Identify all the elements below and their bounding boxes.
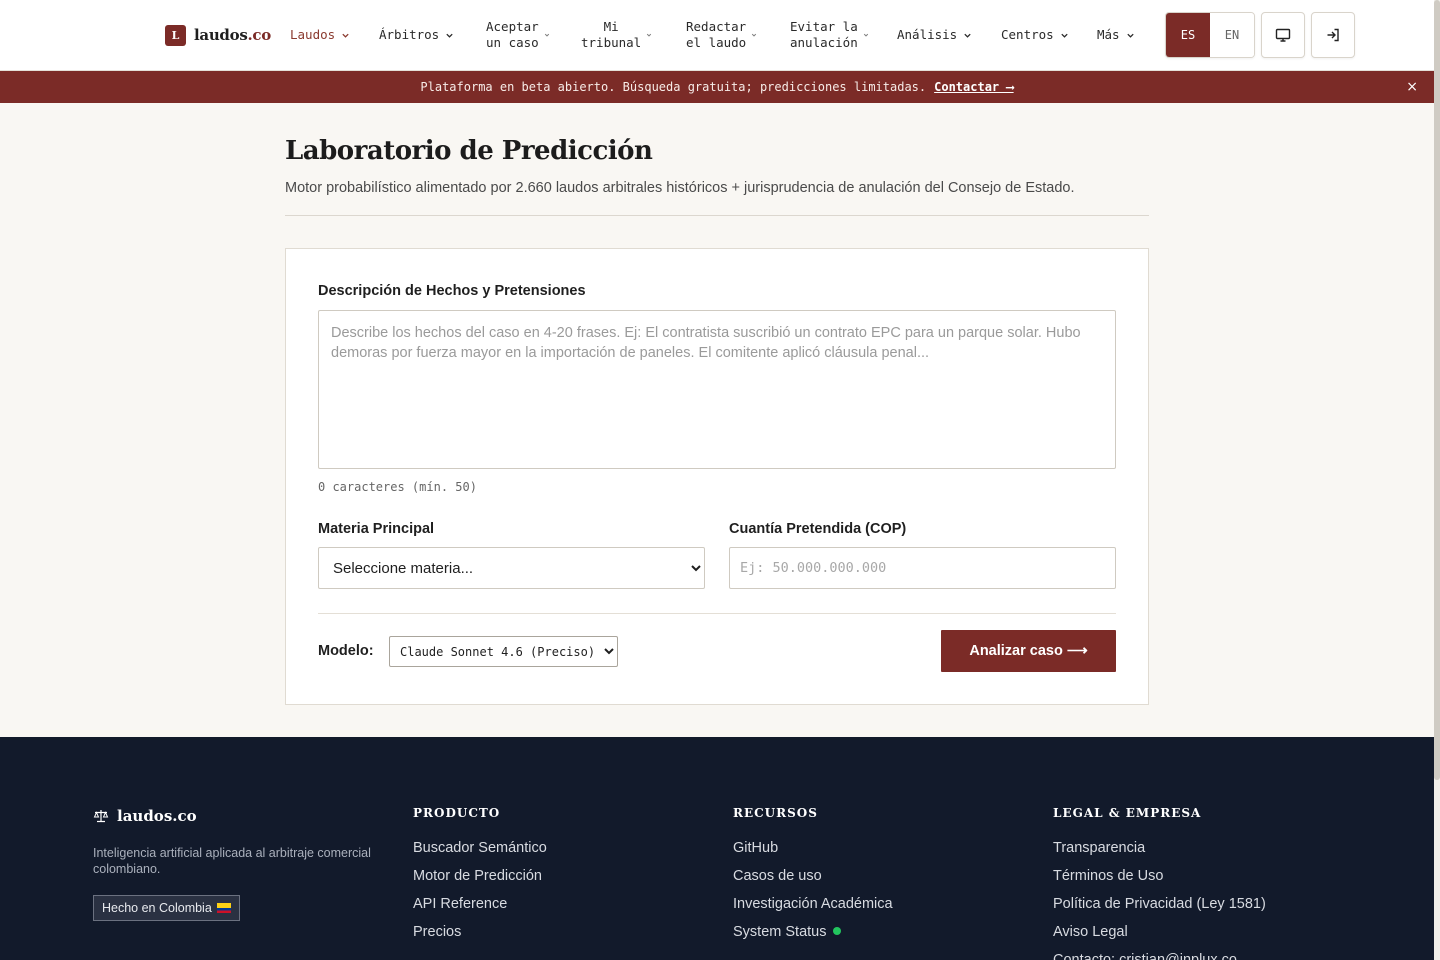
materia-label: Materia Principal	[318, 521, 435, 537]
nav-analisis-label: Análisis	[897, 27, 958, 42]
nav-laudos[interactable]: Laudos	[290, 0, 350, 70]
nav-evitar-anulacion[interactable]: Evitar la anulación	[790, 0, 869, 70]
materia-select[interactable]: Seleccione materia...	[318, 547, 705, 589]
nav-evitar-line1: Evitar la	[790, 19, 858, 34]
lang-es-button[interactable]: ES	[1166, 13, 1210, 57]
facts-textarea[interactable]	[318, 310, 1116, 469]
footer-link[interactable]: Motor de Predicción	[413, 866, 547, 894]
footer-col-recursos: RECURSOS GitHub Casos de uso Investigaci…	[733, 806, 893, 950]
nav-redactar-line1: Redactar	[686, 19, 747, 34]
logo-text: laudos.co	[194, 26, 271, 44]
status-ok-dot	[833, 927, 842, 936]
footer-col-producto: PRODUCTO Buscador Semántico Motor de Pre…	[413, 806, 547, 950]
nav-laudos-label: Laudos	[290, 27, 336, 42]
footer-link[interactable]: Precios	[413, 922, 547, 950]
nav-evitar-label: Evitar la anulación	[790, 19, 858, 51]
nav-aceptar-line1: Aceptar	[486, 19, 539, 34]
page-subtitle: Motor probabilístico alimentado por 2.66…	[285, 180, 1075, 196]
chevron-down-icon	[342, 33, 349, 38]
site-footer: laudos.co Inteligencia artificial aplica…	[0, 737, 1434, 960]
nav-arbitros-label: Árbitros	[379, 27, 440, 42]
cuantia-label: Cuantía Pretendida (COP)	[729, 521, 907, 537]
char-counter: 0 caracteres (mín. 50)	[318, 480, 477, 494]
nav-aceptar-line2: un caso	[486, 35, 539, 50]
nav-aceptar-caso-label: Aceptar un caso	[486, 19, 539, 51]
login-button[interactable]	[1311, 12, 1355, 58]
banner-text: Plataforma en beta abierto. Búsqueda gra…	[420, 80, 927, 94]
footer-brand: laudos.co	[117, 807, 197, 825]
footer-heading-recursos: RECURSOS	[733, 806, 818, 820]
chevron-down-icon	[446, 33, 453, 38]
nav-redactar-laudo[interactable]: Redactar el laudo	[686, 0, 757, 70]
nav-evitar-line2: anulación	[790, 35, 858, 50]
chevron-down-icon	[647, 33, 652, 37]
divider	[318, 613, 1116, 614]
chevron-down-icon	[964, 33, 971, 38]
colombia-flag-icon	[216, 903, 231, 913]
nav-mi-tribunal-label: Mi tribunal	[581, 19, 641, 51]
logo-badge: L	[165, 24, 186, 46]
nav-mi-tribunal-line1: Mi	[603, 19, 619, 34]
footer-link[interactable]: Contacto: cristian@inplux.co	[1053, 950, 1266, 960]
model-label: Modelo:	[318, 643, 374, 659]
language-switcher: ES EN	[1165, 12, 1255, 58]
footer-link[interactable]: Investigación Académica	[733, 894, 893, 922]
beta-banner: Plataforma en beta abierto. Búsqueda gra…	[0, 71, 1434, 103]
footer-link[interactable]: Política de Privacidad (Ley 1581)	[1053, 894, 1266, 922]
footer-link-status[interactable]: System Status	[733, 922, 893, 950]
nav-redactar-line2: el laudo	[686, 35, 747, 50]
badge-text: Hecho en Colombia	[102, 901, 212, 915]
nav-mi-tribunal-line2: tribunal	[581, 35, 642, 50]
lang-en-button[interactable]: EN	[1210, 13, 1254, 57]
top-navbar: L laudos.co Laudos Árbitros Aceptar un ca…	[0, 0, 1434, 71]
nav-aceptar-caso[interactable]: Aceptar un caso	[486, 0, 550, 70]
monitor-icon	[1275, 28, 1291, 42]
facts-label: Descripción de Hechos y Pretensiones	[318, 283, 586, 299]
nav-mas-label: Más	[1097, 27, 1120, 42]
chevron-down-icon	[1061, 33, 1068, 38]
footer-tagline: Inteligencia artificial aplicada al arbi…	[93, 846, 371, 876]
prediction-form-card: Descripción de Hechos y Pretensiones 0 c…	[285, 248, 1149, 705]
chevron-down-icon	[863, 33, 868, 37]
nav-mas[interactable]: Más	[1097, 0, 1135, 70]
footer-col-legal: LEGAL & EMPRESA Transparencia Términos d…	[1053, 806, 1266, 960]
made-in-colombia-badge: Hecho en Colombia	[93, 895, 240, 921]
footer-link[interactable]: Buscador Semántico	[413, 838, 547, 866]
banner-contact-link[interactable]: Contactar ⟶	[934, 80, 1013, 94]
nav-centros-label: Centros	[1001, 27, 1054, 42]
display-mode-button[interactable]	[1261, 12, 1305, 58]
divider	[285, 215, 1149, 216]
close-icon[interactable]: ×	[1406, 79, 1418, 95]
chevron-down-icon	[544, 33, 549, 37]
footer-heading-legal: LEGAL & EMPRESA	[1053, 806, 1202, 820]
model-select[interactable]: Claude Sonnet 4.6 (Preciso)	[389, 636, 618, 667]
logo-name: laudos	[194, 26, 248, 44]
nav-arbitros[interactable]: Árbitros	[379, 0, 454, 70]
sign-in-icon	[1327, 28, 1339, 42]
chevron-down-icon	[752, 33, 757, 37]
footer-link[interactable]: GitHub	[733, 838, 893, 866]
nav-analisis[interactable]: Análisis	[897, 0, 972, 70]
status-link-label: System Status	[733, 924, 827, 940]
logo-tld: .co	[247, 26, 271, 44]
footer-heading-producto: PRODUCTO	[413, 806, 501, 820]
nav-redactar-label: Redactar el laudo	[686, 19, 746, 51]
page-scrollbar[interactable]	[1434, 0, 1440, 960]
site-logo[interactable]: L laudos.co	[165, 24, 271, 46]
scales-icon	[93, 810, 109, 823]
analyze-case-button[interactable]: Analizar caso ⟶	[941, 630, 1116, 672]
page-title: Laboratorio de Predicción	[285, 136, 653, 166]
footer-link[interactable]: Aviso Legal	[1053, 922, 1266, 950]
footer-link[interactable]: Términos de Uso	[1053, 866, 1266, 894]
footer-link[interactable]: Transparencia	[1053, 838, 1266, 866]
cuantia-input[interactable]	[729, 547, 1116, 589]
chevron-down-icon	[1126, 33, 1134, 38]
scrollbar-thumb[interactable]	[1434, 0, 1440, 780]
footer-link[interactable]: Casos de uso	[733, 866, 893, 894]
footer-logo[interactable]: laudos.co	[93, 807, 197, 825]
nav-mi-tribunal[interactable]: Mi tribunal	[581, 0, 652, 70]
footer-link[interactable]: API Reference	[413, 894, 547, 922]
nav-centros[interactable]: Centros	[1001, 0, 1069, 70]
